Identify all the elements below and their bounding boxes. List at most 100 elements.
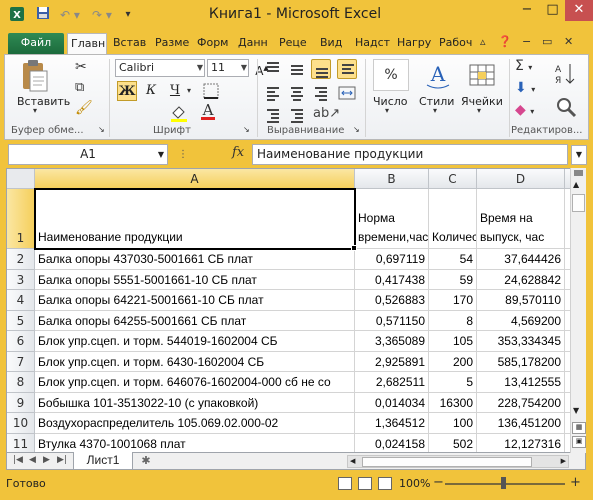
- vertical-scrollbar[interactable]: ▲ ▼ ▦ ▣: [570, 168, 586, 453]
- cell-a10[interactable]: Воздухораспределитель 105.069.02.000-02: [35, 413, 355, 434]
- horizontal-scroll-thumb[interactable]: [362, 457, 532, 467]
- tab-formulas[interactable]: Форм: [194, 33, 232, 54]
- number-button[interactable]: Число: [373, 95, 408, 108]
- select-all-button[interactable]: [7, 169, 35, 189]
- cell-d2[interactable]: 37,644426: [477, 249, 565, 270]
- zoom-level[interactable]: 100%: [399, 477, 430, 490]
- column-header-d[interactable]: D: [477, 169, 565, 189]
- close-button[interactable]: ✕: [565, 0, 593, 21]
- cell-a1[interactable]: Наименование продукции: [35, 189, 355, 249]
- next-sheet-icon[interactable]: ▶: [43, 455, 50, 465]
- cell-d10[interactable]: 136,451200: [477, 413, 565, 434]
- align-bottom-icon[interactable]: [311, 59, 331, 79]
- cell-c7[interactable]: 200: [429, 351, 477, 372]
- tab-page-layout[interactable]: Разме: [152, 33, 192, 54]
- styles-icon[interactable]: A: [421, 59, 455, 93]
- scroll-left-icon[interactable]: ◀: [350, 457, 355, 465]
- fill-icon[interactable]: ⬇ ▾: [515, 81, 535, 95]
- cell-a11[interactable]: Втулка 4370-1001068 плат: [35, 433, 355, 452]
- zoom-out-icon[interactable]: −: [433, 475, 444, 490]
- first-sheet-icon[interactable]: |◀: [13, 455, 23, 465]
- row-header-8[interactable]: 8: [7, 372, 35, 393]
- bold-button[interactable]: Ж: [117, 81, 137, 101]
- tab-home[interactable]: Главн: [67, 33, 107, 55]
- sheet-tab-1[interactable]: Лист1: [73, 452, 133, 470]
- cell-d8[interactable]: 13,412555: [477, 372, 565, 393]
- normal-view-button[interactable]: [338, 477, 352, 490]
- row-header-10[interactable]: 10: [7, 413, 35, 434]
- cut-icon[interactable]: ✂: [75, 60, 87, 74]
- cell-c8[interactable]: 5: [429, 372, 477, 393]
- cell-c4[interactable]: 170: [429, 290, 477, 311]
- row-header-6[interactable]: 6: [7, 331, 35, 352]
- clipboard-launcher-icon[interactable]: ↘: [98, 126, 105, 134]
- cell-a6[interactable]: Блок упр.сцеп. и торм. 544019-1602004 СБ: [35, 331, 355, 352]
- italic-button[interactable]: К: [141, 81, 161, 101]
- cell-a4[interactable]: Балка опоры 64221-5001661-10 СБ плат: [35, 290, 355, 311]
- minimize-button[interactable]: −: [514, 0, 540, 21]
- row-header-4[interactable]: 4: [7, 290, 35, 311]
- zoom-in-icon[interactable]: +: [570, 475, 581, 490]
- format-painter-icon[interactable]: 🖌: [75, 101, 93, 115]
- autosum-icon[interactable]: Σ ▾: [515, 59, 532, 73]
- cell-b6[interactable]: 3,365089: [355, 331, 429, 352]
- cell-d9[interactable]: 228,754200: [477, 392, 565, 413]
- page-layout-icon[interactable]: ▣: [572, 436, 586, 448]
- row-header-2[interactable]: 2: [7, 249, 35, 270]
- cell-d1[interactable]: Время на выпуск, час: [477, 189, 565, 249]
- cell-a8[interactable]: Блок упр.сцеп. и торм. 646076-1602004-00…: [35, 372, 355, 393]
- paste-icon[interactable]: [15, 59, 55, 95]
- cell-c9[interactable]: 16300: [429, 392, 477, 413]
- merge-center-icon[interactable]: [337, 83, 357, 103]
- name-box[interactable]: A1 ▼: [8, 144, 168, 165]
- column-header-b[interactable]: B: [355, 169, 429, 189]
- formula-input[interactable]: Наименование продукции: [252, 144, 568, 165]
- align-center-icon[interactable]: [287, 83, 307, 103]
- row-header-5[interactable]: 5: [7, 310, 35, 331]
- cell-a2[interactable]: Балка опоры 437030-5001661 СБ плат: [35, 249, 355, 270]
- tab-insert[interactable]: Встав: [110, 33, 150, 54]
- paste-button[interactable]: Вставить: [17, 95, 70, 108]
- tab-team[interactable]: Рабоч: [436, 33, 474, 54]
- sort-filter-icon[interactable]: AЯ: [551, 61, 581, 89]
- page-break-view-button[interactable]: [378, 477, 392, 490]
- minimize-ribbon-icon[interactable]: ▵: [480, 35, 486, 48]
- new-sheet-icon[interactable]: ✱: [137, 454, 155, 468]
- cell-c11[interactable]: 502: [429, 433, 477, 452]
- align-left-icon[interactable]: [263, 83, 283, 103]
- restore-button[interactable]: □: [540, 0, 565, 21]
- cell-b11[interactable]: 0,024158: [355, 433, 429, 452]
- cell-c2[interactable]: 54: [429, 249, 477, 270]
- cell-b9[interactable]: 0,014034: [355, 392, 429, 413]
- orientation-icon[interactable]: ab↗: [313, 107, 340, 120]
- namebox-resize-handle[interactable]: ⋮: [178, 149, 188, 160]
- font-size-combo[interactable]: 11 ▼: [207, 59, 249, 77]
- underline-button[interactable]: Ч: [165, 81, 185, 101]
- tab-review[interactable]: Реце: [276, 33, 314, 54]
- scroll-right-icon[interactable]: ▶: [561, 457, 566, 465]
- tab-data[interactable]: Данн: [235, 33, 273, 54]
- wb-restore-button[interactable]: ▭: [542, 35, 552, 48]
- vertical-scroll-thumb[interactable]: [572, 194, 585, 212]
- column-header-a[interactable]: A: [35, 169, 355, 189]
- insert-function-button[interactable]: fx: [232, 145, 244, 160]
- cell-d4[interactable]: 89,570110: [477, 290, 565, 311]
- row-header-7[interactable]: 7: [7, 351, 35, 372]
- decrease-indent-icon[interactable]: [263, 105, 283, 125]
- column-header-c[interactable]: C: [429, 169, 477, 189]
- row-header-9[interactable]: 9: [7, 392, 35, 413]
- cell-d3[interactable]: 24,628842: [477, 269, 565, 290]
- row-header-1[interactable]: 1: [7, 189, 35, 249]
- expand-formula-bar-button[interactable]: ▼: [571, 145, 587, 165]
- borders-icon[interactable]: [203, 83, 219, 101]
- cells-button[interactable]: Ячейки: [461, 95, 503, 108]
- horizontal-scrollbar[interactable]: ◀ ▶: [347, 455, 569, 468]
- cell-b5[interactable]: 0,571150: [355, 310, 429, 331]
- cell-d6[interactable]: 353,334345: [477, 331, 565, 352]
- cell-b10[interactable]: 1,364512: [355, 413, 429, 434]
- alignment-launcher-icon[interactable]: ↘: [353, 126, 360, 134]
- cell-c1[interactable]: Количество: [429, 189, 477, 249]
- cell-b8[interactable]: 2,682511: [355, 372, 429, 393]
- copy-icon[interactable]: ⧉: [75, 81, 84, 94]
- align-middle-icon[interactable]: [287, 59, 307, 79]
